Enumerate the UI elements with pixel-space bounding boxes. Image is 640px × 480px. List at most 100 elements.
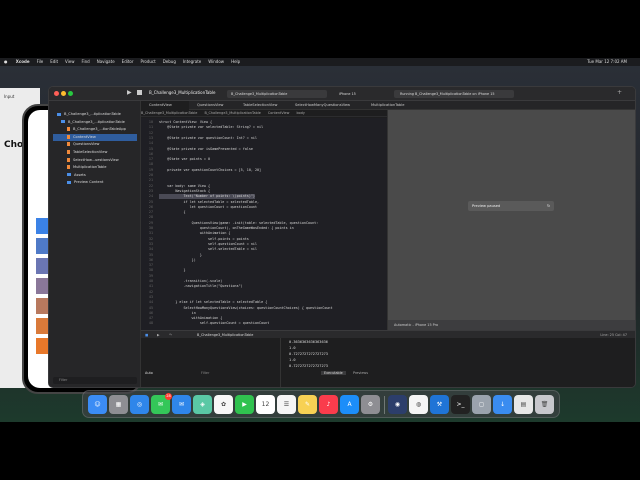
navigator-item[interactable]: TableSelectionView — [67, 149, 107, 156]
add-icon[interactable]: + — [617, 89, 622, 96]
navigator-item[interactable]: MultiplicationTable — [67, 164, 106, 171]
scheme-selector[interactable]: B_Challenge3_MultiplicationTable — [227, 90, 327, 98]
notes-icon[interactable]: ✎ — [298, 395, 317, 414]
code-line[interactable]: withAnimation { — [159, 316, 223, 321]
tab-selecthowmanyquestionsview[interactable]: SelectHowManyQuestionsView — [287, 101, 363, 110]
code-line[interactable]: } — [159, 268, 185, 273]
navigator-item[interactable]: Assets — [67, 172, 86, 179]
mail-icon[interactable]: ✉ — [172, 395, 191, 414]
code-line[interactable]: NavigationStack { — [159, 189, 210, 194]
xcode-icon[interactable]: ⚒ — [430, 395, 449, 414]
preview-device-selector[interactable]: Automatic - iPhone 15 Pro — [388, 320, 635, 330]
music-icon[interactable]: ♪ — [319, 395, 338, 414]
code-editor[interactable]: 10 11 12 13 14 15 16 17 18 19 20 21 22 23 24 25 26 27 28 29… — [141, 118, 387, 330]
stop-icon[interactable] — [137, 90, 142, 95]
breadcrumb-item[interactable]: ContentView — [268, 111, 290, 115]
tab-multiplicationtable[interactable]: MultiplicationTable — [363, 101, 423, 110]
navigator-item[interactable]: SelectHow...uestionsView — [67, 157, 119, 164]
maps-icon[interactable]: ◈ — [193, 395, 212, 414]
appstore-icon[interactable]: A — [340, 395, 359, 414]
calendar-icon[interactable]: 12 — [256, 395, 275, 414]
console-tab-previews[interactable]: Previews — [353, 371, 368, 375]
finder-icon[interactable]: ☺ — [88, 395, 107, 414]
code-line[interactable]: } else if let selectedTable = selectedTa… — [159, 300, 267, 305]
menu-item-view[interactable]: View — [65, 59, 75, 64]
destination-selector[interactable]: iPhone 15 — [339, 90, 356, 98]
code-line[interactable]: .transition(.scale) — [159, 279, 222, 284]
screenshot-icon[interactable]: ◻ — [472, 395, 491, 414]
code-line[interactable]: if let selectedTable = selectedTable, — [159, 200, 259, 205]
apple-menu-icon[interactable]: ● — [4, 59, 8, 64]
tab-contentview[interactable]: ContentView — [141, 101, 189, 110]
simulator-icon[interactable]: ◉ — [388, 395, 407, 414]
menu-item-integrate[interactable]: Integrate — [183, 59, 201, 64]
minimize-window-icon[interactable] — [61, 91, 66, 96]
code-line[interactable]: questionCount), onTheGameWasEnded: { poi… — [159, 226, 294, 231]
menu-item-edit[interactable]: Edit — [50, 59, 58, 64]
code-line[interactable]: @State private var isGamePresented = fal… — [159, 147, 253, 152]
code-line[interactable]: } — [159, 253, 202, 258]
settings-icon[interactable]: ⚙ — [361, 395, 380, 414]
document-icon[interactable]: ▤ — [514, 395, 533, 414]
facetime-icon[interactable]: ▶ — [235, 395, 254, 414]
menu-item-find[interactable]: Find — [82, 59, 90, 64]
code-line[interactable]: QuestionsView(game: .init(table: selecte… — [159, 221, 319, 226]
trash-icon[interactable]: 🗑 — [535, 395, 554, 414]
code-line[interactable]: withAnimation { — [159, 231, 231, 236]
console-tab-executable[interactable]: Executable — [321, 371, 346, 375]
code-line[interactable]: var body: some View { — [159, 184, 210, 189]
terminal-icon[interactable]: >_ — [451, 395, 470, 414]
menu-item-file[interactable]: File — [37, 59, 44, 64]
navigator-filter-input[interactable]: Filter — [53, 377, 137, 384]
code-line[interactable]: @State private var questionCount: Int? =… — [159, 136, 257, 141]
code-line[interactable]: self.questionCount = questionCount — [159, 321, 269, 326]
safari-icon[interactable]: ◎ — [130, 395, 149, 414]
code-line[interactable]: }) — [159, 258, 196, 263]
code-line[interactable]: SelectHowManyQuestionsView(choices: ques… — [159, 306, 332, 311]
photos-icon[interactable]: ✿ — [214, 395, 233, 414]
navigator-item[interactable]: B_Challenge3_...tiplicationTable — [61, 119, 125, 126]
code-line[interactable]: self.questionCount = nil — [159, 242, 257, 247]
menu-item-product[interactable]: Product — [141, 59, 156, 64]
close-window-icon[interactable] — [54, 91, 59, 96]
menu-item-help[interactable]: Help — [231, 59, 240, 64]
breadcrumb-item[interactable]: B_Challenge3_MultiplicationTable — [204, 111, 260, 115]
navigator-item[interactable]: B_Challenge3_...tionTableApp — [67, 126, 126, 133]
code-line[interactable]: { — [159, 210, 185, 215]
reminders-icon[interactable]: ☰ — [277, 395, 296, 414]
navigator-item[interactable]: Preview Content — [67, 179, 103, 186]
code-line[interactable]: private var questionCountChoices = [5, 1… — [159, 168, 261, 173]
run-icon[interactable]: ▶ — [127, 89, 132, 96]
navigator-item[interactable]: ContentView — [53, 133, 137, 141]
chrome-icon[interactable]: ◍ — [409, 395, 428, 414]
variables-scope-selector[interactable]: Auto — [145, 371, 153, 375]
code-line[interactable]: in — [159, 311, 196, 316]
code-line[interactable]: struct ContentView: View { — [159, 120, 212, 125]
canvas-preview[interactable]: Preview paused ↻ Automatic - iPhone 15 P… — [387, 110, 635, 330]
code-line[interactable]: @State var points = 0 — [159, 157, 210, 162]
downloads-icon[interactable]: ↓ — [493, 395, 512, 414]
tab-tableselectionview[interactable]: TableSelectionView — [235, 101, 287, 110]
code-line[interactable]: self.points = points — [159, 237, 249, 242]
code-line[interactable]: self.selectedTable = nil — [159, 247, 257, 252]
navigator-item[interactable]: QuestionsView — [67, 141, 99, 148]
launchpad-icon[interactable]: ▦ — [109, 395, 128, 414]
variables-filter-input[interactable]: Filter — [201, 371, 209, 375]
refresh-icon[interactable]: ↻ — [547, 201, 550, 211]
code-line[interactable]: .navigationTitle("Questions") — [159, 284, 242, 289]
code-line[interactable]: Text("Number of points: \(points)") — [159, 194, 255, 200]
tab-questionsview[interactable]: QuestionsView — [189, 101, 235, 110]
code-line[interactable]: @State private var selectedTable: String… — [159, 125, 263, 130]
menu-item-debug[interactable]: Debug — [163, 59, 176, 64]
breadcrumb-item[interactable]: B_Challenge3_MultiplicationTable — [141, 111, 197, 115]
messages-icon[interactable]: ✉ 28 — [151, 393, 172, 414]
code-line[interactable]: let questionCount = questionCount — [159, 205, 257, 210]
navigator-item[interactable]: B_Challenge3_...tiplicationTable — [57, 111, 121, 118]
preview-paused-banner[interactable]: Preview paused ↻ — [468, 201, 554, 211]
menu-item-navigate[interactable]: Navigate — [97, 59, 115, 64]
menu-item-editor[interactable]: Editor — [122, 59, 134, 64]
menu-item-window[interactable]: Window — [208, 59, 224, 64]
menu-item-xcode[interactable]: Xcode — [16, 59, 30, 64]
zoom-window-icon[interactable] — [68, 91, 73, 96]
breadcrumb-item[interactable]: body — [296, 111, 304, 115]
